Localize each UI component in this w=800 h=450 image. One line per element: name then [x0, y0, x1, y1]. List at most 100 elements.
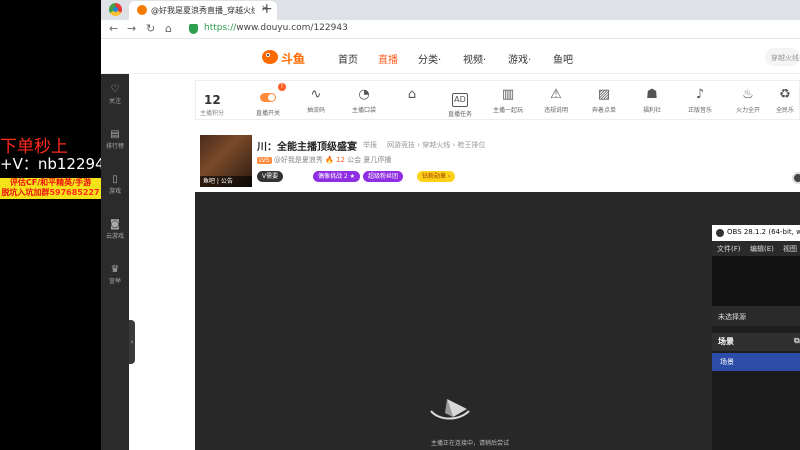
room-info-panel: 鱼吧 | 公告 川：全能主播顶级盛宴 举报 网游竞技 › 穿越火线 › 枪王排位…: [195, 131, 800, 187]
obs-menu-bar: 文件(F) 编辑(E) 视图: [712, 241, 800, 256]
sidebar-item-cloud-games[interactable]: ◙ 云游戏: [101, 219, 129, 240]
tab-bar: @好我是夏浪秀直播_穿越火线 × +: [101, 0, 800, 20]
obs-scenes-dock-title: 场景: [718, 337, 734, 346]
report-link[interactable]: 举报: [363, 140, 377, 150]
func-label: 奔着点单: [591, 107, 616, 114]
reload-icon[interactable]: ↻: [146, 22, 155, 35]
obs-title: OBS 28.1.2 (64-bit, w: [727, 228, 800, 236]
nav-category[interactable]: 分类·: [418, 51, 441, 66]
nav-games[interactable]: 游戏·: [508, 51, 531, 66]
room-thumbnail[interactable]: 鱼吧 | 公告: [200, 135, 252, 187]
room-category-breadcrumb[interactable]: 网游竞技 › 穿越火线 › 枪王排位: [387, 140, 486, 150]
forward-arrow-icon[interactable]: →: [127, 22, 136, 35]
welfare-icon: ☗: [646, 87, 658, 102]
diamond-fan-pill[interactable]: 钻粉勋章 ›: [417, 171, 456, 182]
violation-info-button[interactable]: ⚠ 违规说明: [534, 87, 578, 114]
stream-code-button[interactable]: ∿ 抽流码: [294, 87, 338, 114]
gift-icon: ⌂: [407, 87, 417, 102]
address-bar: ← → ↻ ⌂ https://www.douyu.com/122943: [101, 20, 800, 39]
url-field[interactable]: https://www.douyu.com/122943: [204, 23, 348, 33]
idol-challenge-pill[interactable]: 偶像挑战 2 ★: [313, 171, 361, 182]
stream-overlay: 下单秒上 +V：nb122943 评估CF/和平精英/手游 脱坑入坑加群5976…: [0, 0, 114, 450]
url-scheme: https://: [204, 23, 237, 33]
warning-icon: ⚠: [550, 87, 562, 102]
v-need-pill[interactable]: V需要: [257, 171, 284, 182]
tab-douyu[interactable]: @好我是夏浪秀直播_穿越火线 ×: [129, 1, 277, 20]
obs-preview[interactable]: [712, 256, 800, 306]
hot-count: 🔥 12: [325, 156, 345, 164]
obs-dock-float-icon[interactable]: ⧉: [794, 336, 800, 346]
overlay-banner-line2: 脱坑入坑加群597685227: [0, 188, 101, 198]
obs-title-bar[interactable]: OBS 28.1.2 (64-bit, w: [712, 225, 800, 241]
heart-icon: ♡: [110, 84, 120, 95]
search-input[interactable]: 穿越火线: [765, 48, 800, 66]
streamer-pocket-button[interactable]: ◔ 主播口袋: [342, 87, 386, 114]
streamer-function-bar: 12 主播积分 直播开关 ! ∿ 抽流码 ◔ 主播口袋 ⌂ AD 直播任务 ▥ …: [195, 80, 800, 120]
mobile-icon: ▯: [112, 174, 118, 185]
obs-scene-list[interactable]: [712, 371, 800, 450]
func-label: 正版音乐: [687, 107, 712, 114]
gift-button[interactable]: ⌂: [390, 87, 434, 105]
loading-spinner-icon: [430, 399, 470, 420]
func-label: 福利社: [642, 107, 661, 114]
secure-shield-icon[interactable]: [189, 24, 198, 34]
room-meta: LV5 @好我是夏浪秀 🔥 12 公会 夏几停播: [257, 155, 391, 165]
obs-scene-item[interactable]: 场景: [712, 353, 800, 371]
video-player[interactable]: [195, 192, 800, 450]
waveform-icon: ∿: [310, 87, 322, 102]
browser-logo-icon[interactable]: [109, 3, 122, 16]
thumbnail-tag: 鱼吧 | 公告: [200, 176, 252, 187]
func-label: 主播一起玩: [492, 107, 523, 114]
home-icon[interactable]: ⌂: [165, 22, 172, 35]
flame-icon: ♨: [742, 87, 754, 102]
sidebar-expand-handle[interactable]: ›: [129, 320, 135, 364]
welfare-button[interactable]: ☗ 福利社: [630, 87, 674, 114]
music-icon: ♪: [695, 87, 705, 102]
order-icon: ▨: [597, 87, 611, 102]
all-fun-button[interactable]: ♻ 全民乐: [770, 87, 800, 114]
recycle-icon: ♻: [779, 87, 791, 102]
clipboard-icon: ▥: [501, 87, 515, 102]
right-floating-icon[interactable]: [792, 172, 800, 184]
tab-title: @好我是夏浪秀直播_穿越火线: [151, 6, 255, 15]
obs-menu-edit[interactable]: 编辑(E): [750, 244, 774, 254]
play-together-button[interactable]: ▥ 主播一起玩: [486, 87, 530, 114]
sidebar-item-label: 云游戏: [105, 233, 124, 240]
screen-root: 下单秒上 +V：nb122943 评估CF/和平精英/手游 脱坑入坑加群5976…: [0, 0, 800, 450]
order-button[interactable]: ▨ 奔着点单: [582, 87, 626, 114]
site-logo-text: 斗鱼: [281, 52, 306, 66]
firepower-button[interactable]: ♨ 火力全开: [726, 87, 770, 114]
nav-video[interactable]: 视频·: [463, 51, 486, 66]
live-tasks-button[interactable]: AD 直播任务: [438, 87, 482, 118]
sidebar-item-events[interactable]: ♛ 宣举: [101, 264, 129, 285]
site-header: 斗鱼 首页 直播 分类· 视频· 游戏· 鱼吧 穿越火线: [101, 40, 800, 74]
streamer-points-label: 主播积分: [200, 110, 225, 117]
sidebar-item-ranking[interactable]: ▤ 排行榜: [101, 129, 129, 150]
sidebar-item-games[interactable]: ▯ 游戏: [101, 174, 129, 195]
overlay-banner-line1: 评估CF/和平精英/手游: [9, 178, 92, 187]
sidebar-item-label: 排行榜: [105, 143, 124, 150]
streamer-name[interactable]: @好我是夏浪秀: [274, 156, 323, 164]
func-label: 火力全开: [735, 107, 760, 114]
super-fan-pill[interactable]: 超级粉丝团: [363, 171, 404, 182]
nav-home[interactable]: 首页: [338, 51, 358, 66]
obs-scenes-dock-header: 场景 ⧉: [712, 333, 800, 351]
player-status-message: 主播正在连接中，请稍后尝试: [431, 440, 510, 447]
nav-live[interactable]: 直播: [378, 51, 398, 66]
new-tab-icon[interactable]: +: [261, 1, 273, 17]
pocket-icon: ◔: [358, 87, 370, 102]
room-title: 川：全能主播顶级盛宴: [257, 142, 357, 153]
obs-menu-file[interactable]: 文件(F): [717, 244, 741, 254]
back-arrow-icon[interactable]: ←: [109, 22, 118, 35]
nav-yuba[interactable]: 鱼吧: [553, 51, 573, 66]
live-toggle-switch-icon: [260, 93, 276, 102]
func-label: 全民乐: [775, 107, 794, 114]
ranking-icon: ▤: [110, 129, 120, 140]
obs-menu-view[interactable]: 视图: [783, 244, 797, 254]
live-toggle-button[interactable]: 直播开关: [246, 87, 290, 117]
notification-badge: !: [278, 83, 286, 91]
trophy-icon: ♛: [110, 264, 120, 275]
music-button[interactable]: ♪ 正版音乐: [678, 87, 722, 114]
sidebar-item-follow[interactable]: ♡ 关注: [101, 84, 129, 105]
guild-label[interactable]: 公会: [347, 156, 361, 164]
